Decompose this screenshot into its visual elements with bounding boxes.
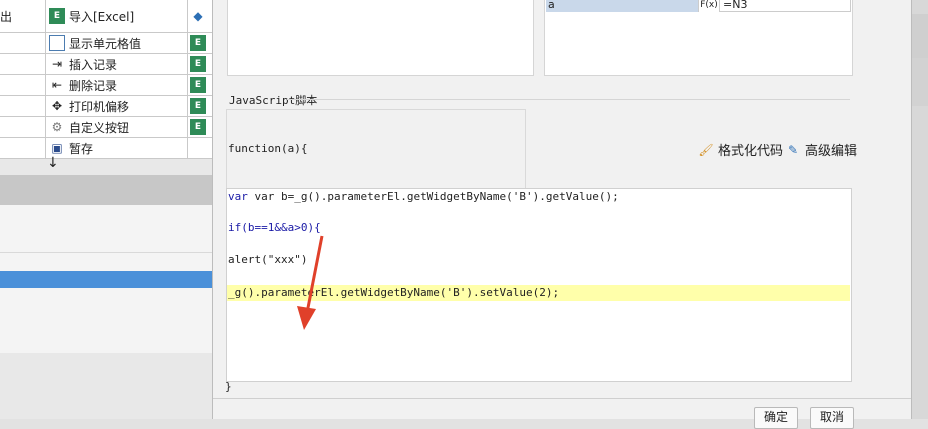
parameter-table: a F(x) =N3 [544,0,853,76]
excel-icon: E [190,77,206,93]
list-item-label: 自定义按钮 [69,120,130,135]
background-tab [912,14,928,60]
list-item[interactable]: ⇤ 删除记录 E [0,75,212,96]
format-code-label: 格式化代码 [718,144,784,159]
list-item-label: 显示单元格值 [69,36,142,51]
gray-bar [0,175,212,205]
list-item-cell: 出 [0,0,46,32]
javascript-editor-dialog: a F(x) =N3 JavaScript脚本 function(a){ 🖌 格… [212,0,912,429]
toolbar-item-grid: 出 E 导入[Excel] ◆ 显示单元格值 E ⇥ 插入记录 E ⇤ 删除记录… [0,0,212,159]
list-item[interactable]: ▣ 暂存 [0,138,212,159]
list-item-label: 插入记录 [69,57,118,72]
code-text: if(b==1&&a>0){ [228,221,321,234]
code-line-3: alert("xxx") [228,252,307,268]
list-item[interactable]: ⇥ 插入记录 E [0,54,212,75]
list-item-label: 打印机偏移 [69,99,130,114]
show-cell-icon [49,35,65,51]
delete-record-icon: ⇤ [51,78,63,92]
arrow-down-icon: ↓ [47,155,59,171]
code-text: var b=_g().parameterEl.getWidgetByName('… [254,190,619,203]
list-item-label: 导入[Excel] [69,9,135,24]
edit-icon: ✎ [787,142,799,157]
ok-button[interactable]: 确定 [754,407,798,429]
excel-icon: E [190,56,206,72]
cancel-button[interactable]: 取消 [810,407,854,429]
code-editor[interactable]: var var b=_g().parameterEl.getWidgetByNa… [226,188,852,382]
list-item[interactable]: ⚙ 自定义按钮 E [0,117,212,138]
advanced-edit-button[interactable]: ✎ 高级编辑 [785,140,858,160]
divider [213,398,911,399]
gear-icon: ⚙ [51,120,63,134]
function-signature-box: function(a){ [226,109,526,189]
broom-icon: 🖌 [698,142,714,157]
code-line-2: if(b==1&&a>0){ [228,220,321,236]
insert-record-icon: ⇥ [51,57,63,71]
formula-type-cell[interactable]: F(x) [698,0,719,12]
selected-list-row[interactable] [0,271,212,288]
pencil-icon: ◆ [193,9,203,23]
list-item[interactable]: ✥ 打印机偏移 E [0,96,212,117]
parameter-list-panel [227,0,534,76]
parameter-name-cell[interactable]: a [546,0,698,12]
excel-icon: E [190,98,206,114]
table-row[interactable]: a F(x) =N3 [546,0,851,12]
format-code-button[interactable]: 🖌 格式化代码 [698,140,784,160]
background-tab [912,58,928,106]
printer-offset-icon: ✥ [51,99,63,113]
function-signature: function(a){ [228,142,308,155]
advanced-edit-label: 高级编辑 [805,144,858,159]
list-item-label: 暂存 [69,141,94,156]
import-excel-icon: E [49,8,65,24]
save-icon: ▣ [51,141,63,155]
code-line-1: var var b=_g().parameterEl.getWidgetByNa… [228,190,619,203]
list-item[interactable]: 显示单元格值 E [0,33,212,54]
code-text: _g().parameterEl.getWidgetByName('B').se… [228,286,560,299]
divider [0,252,212,253]
section-title: JavaScript脚本 [229,94,318,107]
excel-icon: E [190,35,206,51]
code-line-4-highlighted: _g().parameterEl.getWidgetByName('B').se… [227,285,850,301]
function-closing-brace: } [225,380,232,393]
divider [287,99,850,100]
code-text: alert("xxx") [228,253,308,266]
excel-icon: E [190,119,206,135]
list-item-label: 删除记录 [69,78,118,93]
parameter-value-cell[interactable]: =N3 [719,0,851,12]
list-item[interactable]: 出 E 导入[Excel] ◆ [0,0,212,33]
